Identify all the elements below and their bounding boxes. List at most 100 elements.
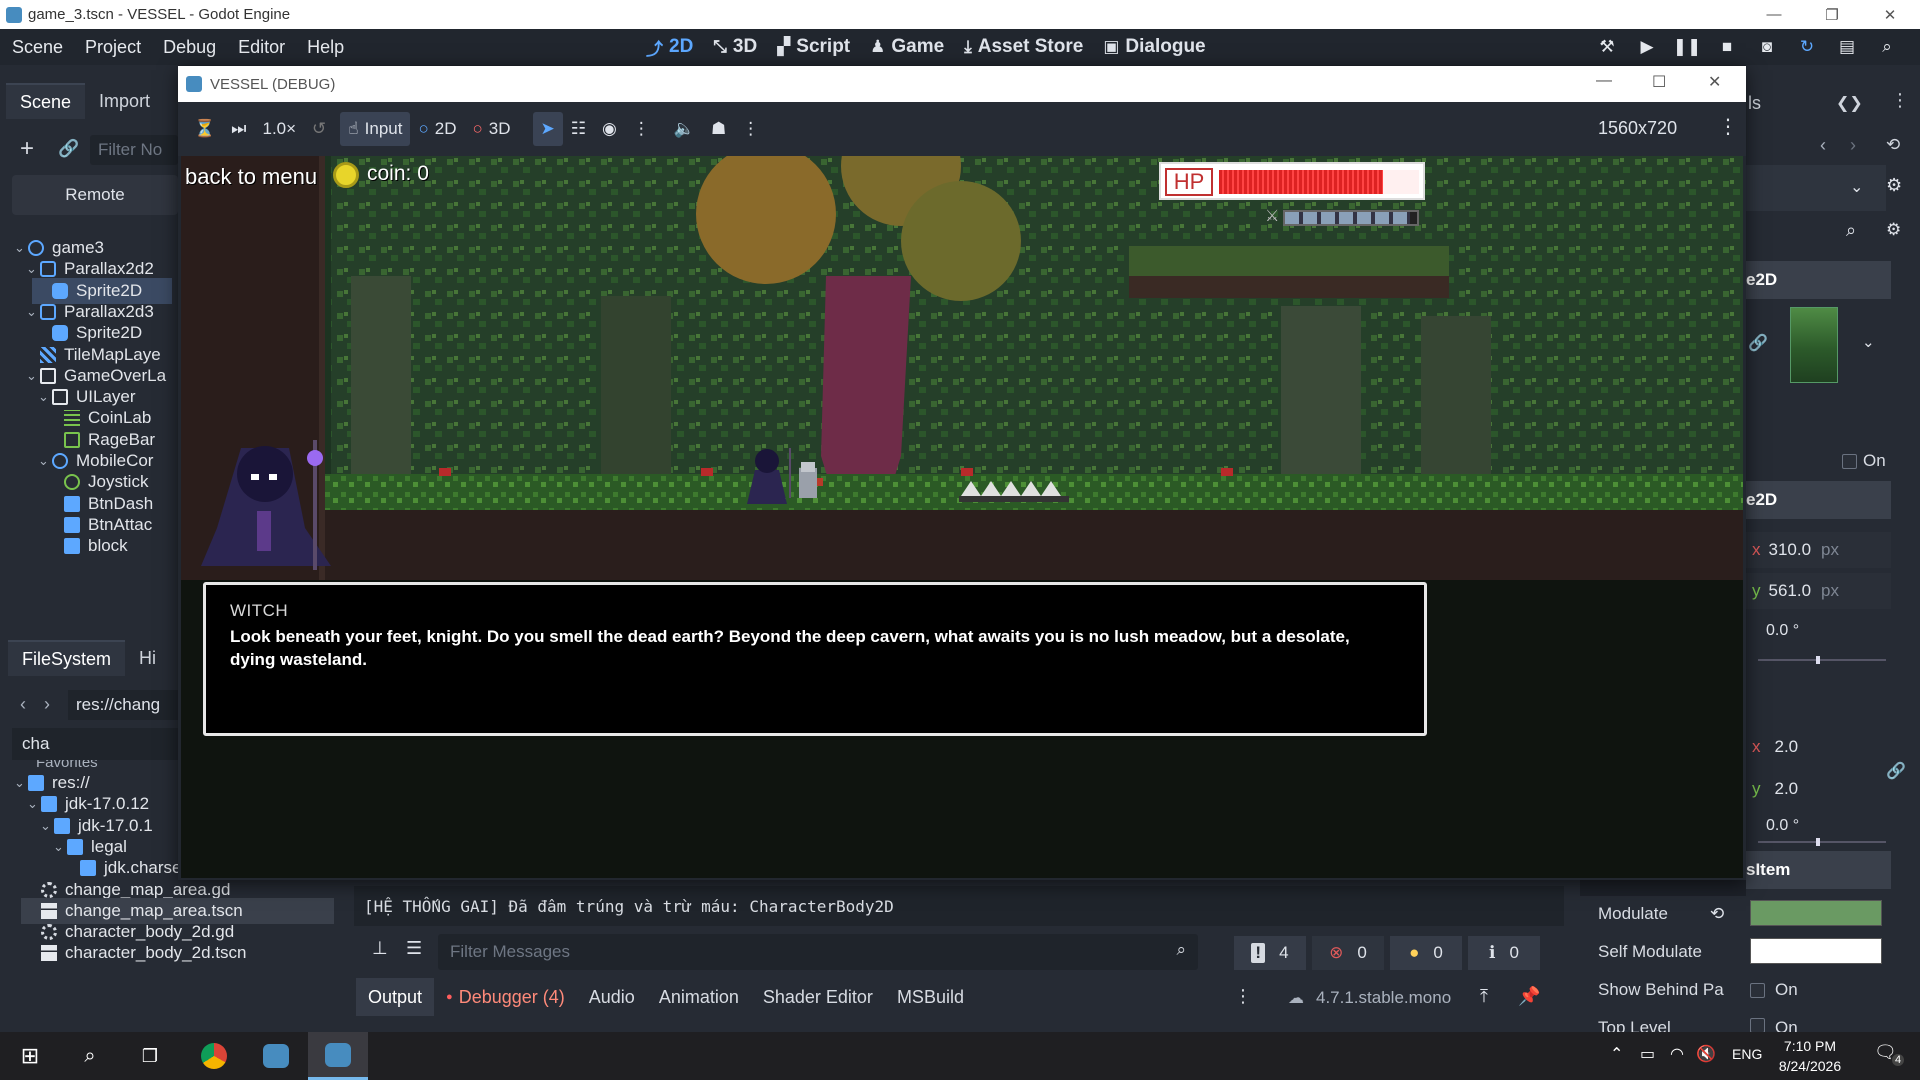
search-button[interactable]: ⌕ — [60, 1032, 120, 1080]
node-filter-input[interactable]: Filter No — [90, 135, 178, 165]
close-button[interactable]: ✕ — [1708, 72, 1721, 92]
volume-muted-icon[interactable]: 🔇 — [1696, 1044, 1716, 1064]
tab-scene[interactable]: Scene — [6, 83, 86, 119]
more-icon[interactable]: ⋮ — [1234, 986, 1252, 1007]
mute-audio-icon[interactable]: 🔈 — [666, 112, 703, 146]
tab-history[interactable]: Hi — [125, 640, 170, 676]
rotation-field[interactable]: 0.0 ° — [1746, 613, 1891, 649]
more-icon[interactable]: ⋮ — [625, 112, 658, 146]
chevron-down-icon[interactable]: ⌄ — [1862, 333, 1875, 351]
reset-speed-icon[interactable]: ↺ — [304, 112, 334, 146]
more-icon[interactable]: ⋮ — [1891, 90, 1909, 111]
prev-object-icon[interactable]: ‹ — [1820, 135, 1826, 156]
chevron-down-icon[interactable]: ⌄ — [27, 796, 41, 812]
forward-icon[interactable]: › — [44, 694, 50, 715]
language-indicator[interactable]: ENG — [1732, 1046, 1762, 1062]
path-field[interactable]: res://chang — [68, 690, 178, 720]
skew-field[interactable]: 0.0 ° — [1746, 811, 1891, 841]
visibility-icon[interactable]: ◉ — [594, 112, 625, 146]
search-icon[interactable]: ⌕ — [1846, 220, 1856, 241]
task-view-button[interactable]: ❐ — [120, 1032, 180, 1080]
scale-x-field[interactable]: x 2.0 — [1746, 729, 1891, 765]
chevron-down-icon[interactable]: ⌄ — [26, 368, 40, 384]
menu-scene[interactable]: Scene — [1, 37, 74, 58]
inspector-tab-fragment[interactable]: ls — [1748, 93, 1761, 114]
tab-msbuild[interactable]: MSBuild — [885, 978, 976, 1016]
godot-taskbar-button[interactable] — [246, 1032, 306, 1080]
workspace-2d-tab[interactable]: ⤴ 2D — [636, 35, 703, 60]
top-level-toggle[interactable]: On — [1750, 1018, 1798, 1032]
godot-debug-taskbar-button[interactable] — [308, 1032, 368, 1080]
chevron-down-icon[interactable]: ⌄ — [53, 839, 67, 855]
suspend-icon[interactable]: ⏳ — [186, 112, 223, 146]
object-selector[interactable]: ⌄ — [1746, 165, 1886, 211]
object-settings-icon[interactable]: ⚙ — [1886, 175, 1902, 196]
history-arrows-icon[interactable]: ❮❯ — [1836, 93, 1863, 113]
play-custom-icon[interactable]: ▤ — [1834, 34, 1860, 60]
section-sprite2d[interactable]: e2D — [1746, 261, 1891, 299]
reload-icon[interactable]: ↻ — [1794, 34, 1820, 60]
chevron-down-icon[interactable]: ⌄ — [40, 818, 54, 834]
file-search-input[interactable]: cha — [12, 728, 178, 760]
copy-output-icon[interactable]: ☰ — [406, 938, 422, 959]
chrome-button[interactable] — [184, 1032, 244, 1080]
tab-output[interactable]: Output — [356, 978, 435, 1016]
play-scene-icon[interactable]: ◙ — [1754, 34, 1780, 60]
windows-start-button[interactable]: ⊞ — [0, 1032, 60, 1080]
modulate-color-picker[interactable] — [1750, 900, 1882, 926]
workspace-dialogue-tab[interactable]: ▣ Dialogue — [1093, 35, 1215, 60]
tab-shader-editor[interactable]: Shader Editor — [751, 978, 885, 1016]
pin-icon[interactable]: 📌 — [1518, 986, 1540, 1007]
position-x-field[interactable]: x 310.0 px — [1746, 532, 1891, 568]
section-node2d[interactable]: e2D — [1746, 481, 1891, 519]
revert-icon[interactable]: ⟲ — [1710, 904, 1724, 924]
checkbox[interactable] — [1842, 453, 1857, 469]
skew-slider[interactable] — [1758, 838, 1886, 846]
tray-chevron-icon[interactable]: ⌃ — [1610, 1044, 1623, 1064]
more-icon[interactable]: ⋮ — [734, 112, 767, 146]
section-canvasitem[interactable]: sItem — [1746, 851, 1891, 889]
maximize-button[interactable]: ☐ — [1652, 72, 1666, 92]
chevron-down-icon[interactable]: ⌄ — [38, 453, 52, 469]
workspace-script-tab[interactable]: ▞ Script — [767, 35, 860, 60]
toggle-3d[interactable]: ○ 3D — [464, 112, 518, 146]
menu-project[interactable]: Project — [74, 37, 152, 58]
checkbox[interactable] — [1750, 982, 1765, 998]
chevron-down-icon[interactable]: ⌄ — [38, 389, 52, 405]
link-icon[interactable]: 🔗 — [58, 139, 79, 159]
self-modulate-color-picker[interactable] — [1750, 938, 1882, 964]
rotation-slider[interactable] — [1758, 656, 1886, 664]
input-toggle[interactable]: ☝ Input — [340, 112, 411, 146]
remote-debug-icon[interactable]: ⚒ — [1594, 34, 1620, 60]
filter-settings-icon[interactable]: ⚙ — [1886, 220, 1901, 240]
more-icon[interactable]: ⋮ — [1718, 114, 1738, 139]
chevron-down-icon[interactable]: ⌄ — [14, 240, 28, 256]
expand-panel-icon[interactable]: ⤒ — [1480, 986, 1488, 1007]
menu-debug[interactable]: Debug — [152, 37, 227, 58]
chevron-down-icon[interactable]: ⌄ — [26, 261, 40, 277]
tree-item[interactable]: character_body_2d.tscn — [27, 940, 340, 966]
pause-icon[interactable]: ❚❚ — [1673, 34, 1702, 60]
menu-help[interactable]: Help — [296, 37, 355, 58]
select-tool-icon[interactable]: ➤ — [532, 112, 563, 146]
clock[interactable]: 7:10 PM 8/24/2026 — [1772, 1036, 1848, 1076]
list-select-icon[interactable]: ☷ — [563, 112, 594, 146]
filter-messages-count[interactable]: ! 4 — [1234, 936, 1306, 970]
show-behind-toggle[interactable]: On — [1750, 980, 1798, 1000]
battery-icon[interactable]: ▭ — [1640, 1044, 1655, 1064]
speed-selector[interactable]: 1.0× — [254, 112, 304, 146]
workspace-asset-store-tab[interactable]: ⤓ Asset Store — [954, 35, 1093, 60]
checkbox[interactable] — [1750, 1018, 1765, 1032]
dialogue-box[interactable]: WITCH Look beneath your feet, knight. Do… — [203, 582, 1427, 736]
restore-button[interactable]: ❐ — [1803, 0, 1861, 29]
texture-preview[interactable] — [1790, 307, 1838, 383]
filter-errors-count[interactable]: ⊗ 0 — [1312, 936, 1384, 970]
filter-info-count[interactable]: ℹ0 — [1468, 936, 1540, 970]
tab-filesystem[interactable]: FileSystem — [8, 640, 126, 676]
add-node-icon[interactable]: + — [20, 135, 34, 163]
position-y-field[interactable]: y 561.0 px — [1746, 573, 1891, 609]
clear-output-icon[interactable]: ⊥ — [372, 938, 388, 959]
minimize-button[interactable]: — — [1745, 0, 1803, 29]
back-to-menu-button[interactable]: back to menu — [185, 164, 317, 190]
next-frame-icon[interactable]: ⏭ — [223, 112, 254, 146]
